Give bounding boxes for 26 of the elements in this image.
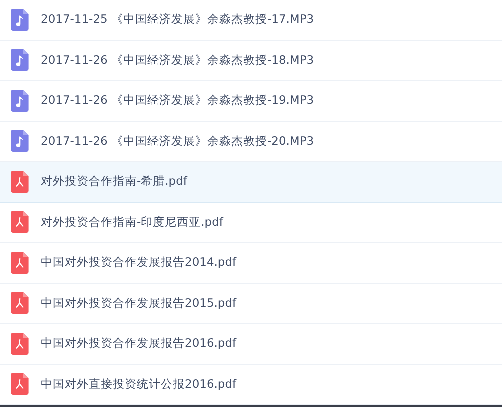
file-name: 2017-11-26 《中国经济发展》余淼杰教授-18.MP3 (41, 52, 314, 68)
file-name: 对外投资合作指南-印度尼西亚.pdf (41, 214, 224, 230)
pdf-file-icon (10, 292, 30, 314)
music-file-icon (10, 90, 30, 112)
pdf-file-icon (10, 373, 30, 396)
music-file-icon (10, 49, 30, 72)
pdf-file-icon (10, 252, 30, 274)
file-name: 中国对外直接投资统计公报2016.pdf (41, 376, 237, 392)
music-file-icon (10, 130, 30, 152)
file-row[interactable]: 中国对外直接投资统计公报2016.pdf (0, 364, 502, 405)
file-name: 2017-11-26 《中国经济发展》余淼杰教授-19.MP3 (41, 93, 314, 108)
pdf-file-icon (10, 332, 30, 355)
file-row[interactable]: 对外投资合作指南-印度尼西亚.pdf (0, 202, 502, 243)
file-name: 中国对外投资合作发展报告2014.pdf (41, 255, 237, 270)
file-row[interactable]: 对外投资合作指南-希腊.pdf (0, 162, 502, 202)
file-row[interactable]: 中国对外投资合作发展报告2015.pdf (0, 284, 502, 324)
file-row[interactable]: 2017-11-26 《中国经济发展》余淼杰教授-18.MP3 (0, 40, 502, 81)
pdf-file-icon (10, 211, 30, 234)
file-name: 中国对外投资合作发展报告2015.pdf (41, 296, 237, 311)
pdf-file-icon (10, 170, 30, 193)
file-row[interactable]: 2017-11-26 《中国经济发展》余淼杰教授-20.MP3 (0, 122, 502, 162)
file-name: 2017-11-25 《中国经济发展》余淼杰教授-17.MP3 (41, 12, 314, 28)
file-name: 对外投资合作指南-希腊.pdf (41, 174, 188, 190)
file-name: 2017-11-26 《中国经济发展》余淼杰教授-20.MP3 (41, 134, 314, 149)
file-name: 中国对外投资合作发展报告2016.pdf (41, 336, 237, 352)
music-file-icon (10, 8, 30, 31)
